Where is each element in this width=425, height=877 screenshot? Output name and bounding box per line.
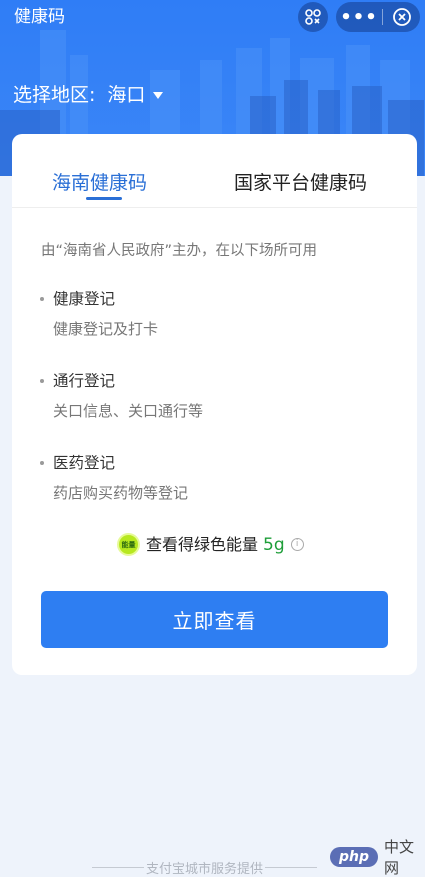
site-watermark: php 中文网 bbox=[330, 836, 425, 877]
tab-hainan-health-code[interactable]: 海南健康码 bbox=[52, 170, 147, 196]
item-title: 医药登记 bbox=[53, 454, 116, 472]
tab-national-health-code[interactable]: 国家平台健康码 bbox=[234, 170, 367, 196]
footer-text: 支付宝城市服务提供 bbox=[146, 862, 264, 877]
footer-credit: 支付宝城市服务提供 bbox=[92, 858, 318, 877]
energy-badge-icon: 能量 bbox=[117, 533, 140, 556]
bullet-dot bbox=[40, 461, 44, 465]
energy-amount: 5g bbox=[263, 534, 285, 555]
region-label: 选择地区: bbox=[13, 84, 96, 106]
list-item-health-registration: 健康登记 健康登记及打卡 bbox=[40, 288, 158, 340]
bullet-dot bbox=[40, 379, 44, 383]
info-icon[interactable]: i bbox=[290, 538, 304, 551]
item-subtitle: 药店购买药物等登记 bbox=[53, 484, 189, 502]
close-icon bbox=[392, 8, 411, 26]
green-energy-row: 能量 查看得绿色能量 5g i bbox=[117, 533, 304, 556]
scan-button[interactable] bbox=[298, 2, 328, 32]
item-title: 通行登记 bbox=[53, 372, 116, 390]
scan-icon bbox=[305, 9, 321, 25]
bullet-dot bbox=[40, 297, 44, 301]
active-tab-indicator bbox=[86, 197, 122, 200]
energy-label: 查看得绿色能量 bbox=[146, 534, 259, 554]
region-selector[interactable]: 选择地区: 海口 bbox=[13, 82, 164, 108]
health-code-card: 海南健康码 国家平台健康码 由“海南省人民政府”主办，在以下场所可用 健康登记 … bbox=[12, 134, 417, 675]
footer-line-right bbox=[265, 867, 318, 868]
tab-bar: 海南健康码 国家平台健康码 bbox=[12, 134, 417, 208]
close-button[interactable] bbox=[383, 2, 420, 32]
caret-down-icon bbox=[153, 91, 164, 99]
watermark-text: 中文网 bbox=[384, 838, 415, 877]
view-now-button[interactable]: 立即查看 bbox=[41, 591, 388, 648]
mini-program-capsule: ••• bbox=[336, 2, 420, 32]
app-title: 健康码 bbox=[14, 7, 65, 27]
watermark-logo: php bbox=[330, 847, 379, 867]
item-title: 健康登记 bbox=[53, 290, 116, 308]
list-item-pass-registration: 通行登记 关口信息、关口通行等 bbox=[40, 370, 203, 422]
more-icon: ••• bbox=[340, 6, 378, 28]
more-button[interactable]: ••• bbox=[336, 2, 382, 32]
usage-description: 由“海南省人民政府”主办，在以下场所可用 bbox=[41, 243, 318, 259]
item-subtitle: 健康登记及打卡 bbox=[53, 320, 159, 338]
item-subtitle: 关口信息、关口通行等 bbox=[53, 402, 204, 420]
list-item-medicine-registration: 医药登记 药店购买药物等登记 bbox=[40, 452, 188, 504]
footer-line-left bbox=[92, 867, 144, 868]
region-value: 海口 bbox=[107, 84, 146, 106]
